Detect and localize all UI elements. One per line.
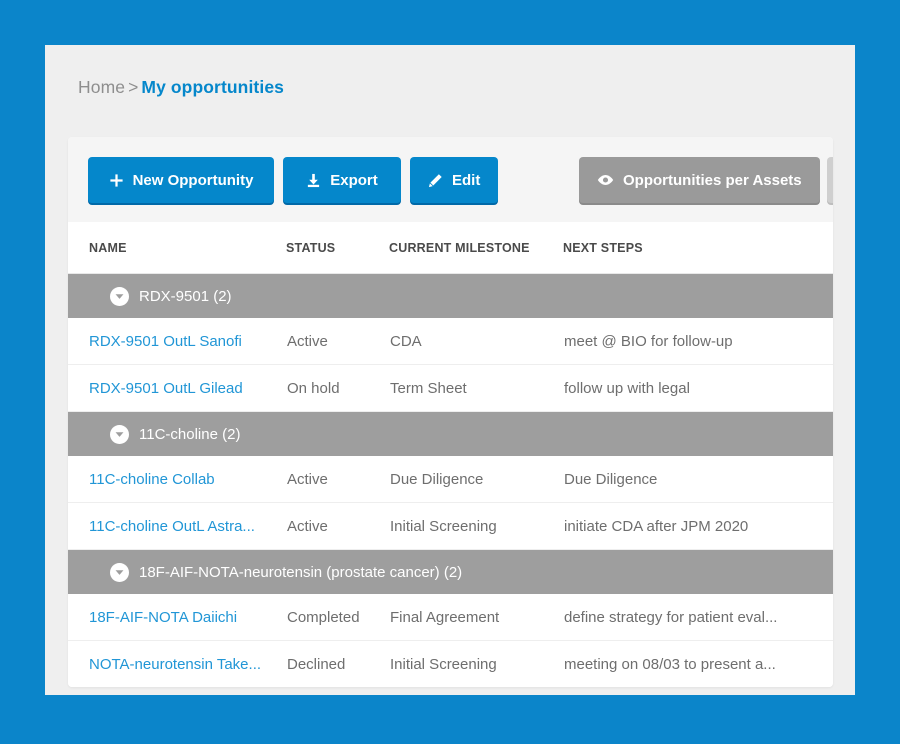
cell-next-steps: meet @ BIO for follow-up	[563, 318, 833, 365]
table-header-row: NAME STATUS CURRENT MILESTONE NEXT STEPS	[68, 222, 833, 274]
column-header-status[interactable]: STATUS	[286, 222, 389, 274]
cell-status: Active	[286, 456, 389, 503]
opportunities-table: NAME STATUS CURRENT MILESTONE NEXT STEPS…	[68, 222, 833, 687]
opportunity-link[interactable]: RDX-9501 OutL Gilead	[89, 380, 243, 397]
group-header-row[interactable]: 18F-AIF-NOTA-neurotensin (prostate cance…	[68, 549, 833, 594]
table-row[interactable]: RDX-9501 OutL Sanofi Active CDA meet @ B…	[68, 318, 833, 365]
cell-milestone: Initial Screening	[389, 502, 563, 550]
eye-icon	[597, 174, 614, 186]
group-header-row[interactable]: RDX-9501 (2)	[68, 273, 833, 318]
opportunities-per-assets-button[interactable]: Opportunities per Assets	[579, 157, 820, 203]
group-toggle[interactable]: 11C-choline (2)	[89, 412, 833, 456]
group-header-cell[interactable]: 11C-choline (2)	[68, 411, 833, 456]
settings-button[interactable]	[826, 157, 833, 203]
cell-status: Active	[286, 502, 389, 550]
cell-name: 18F-AIF-NOTA Daiichi	[68, 594, 286, 641]
toolbar-actions-left: New Opportunity Export Edit	[88, 157, 499, 203]
export-label: Export	[330, 171, 378, 189]
breadcrumb-separator: >	[128, 77, 139, 97]
opportunity-link[interactable]: NOTA-neurotensin Take...	[89, 656, 261, 673]
cell-milestone: Due Diligence	[389, 456, 563, 503]
new-opportunity-button[interactable]: New Opportunity	[88, 157, 274, 203]
toolbar: New Opportunity Export Edit Opportunitie…	[68, 137, 833, 222]
cell-milestone: Final Agreement	[389, 594, 563, 641]
cell-name: RDX-9501 OutL Gilead	[68, 364, 286, 412]
cell-status: Active	[286, 318, 389, 365]
column-header-next-steps[interactable]: NEXT STEPS	[563, 222, 833, 274]
page-background: Home>My opportunities New Opportunity	[45, 45, 855, 695]
table-row[interactable]: 18F-AIF-NOTA Daiichi Completed Final Agr…	[68, 594, 833, 641]
table-row[interactable]: RDX-9501 OutL Gilead On hold Term Sheet …	[68, 364, 833, 412]
group-header-row[interactable]: 11C-choline (2)	[68, 411, 833, 456]
chevron-down-icon	[110, 562, 129, 582]
table-row[interactable]: 11C-choline OutL Astra... Active Initial…	[68, 502, 833, 550]
cell-next-steps: meeting on 08/03 to present a...	[563, 640, 833, 687]
cell-milestone: Term Sheet	[389, 364, 563, 412]
breadcrumb-current: My opportunities	[141, 77, 284, 97]
opportunity-link[interactable]: 18F-AIF-NOTA Daiichi	[89, 609, 237, 626]
pencil-icon	[428, 173, 443, 188]
cell-name: NOTA-neurotensin Take...	[68, 640, 286, 687]
opportunity-link[interactable]: 11C-choline Collab	[89, 471, 215, 488]
export-button[interactable]: Export	[283, 157, 401, 203]
table-row[interactable]: 11C-choline Collab Active Due Diligence …	[68, 456, 833, 503]
cell-name: 11C-choline Collab	[68, 456, 286, 503]
cell-milestone: Initial Screening	[389, 640, 563, 687]
breadcrumb: Home > My opportunities	[78, 77, 284, 98]
cell-status: Completed	[286, 594, 389, 641]
cell-next-steps: define strategy for patient eval...	[563, 594, 833, 641]
edit-label: Edit	[452, 171, 481, 189]
chevron-down-icon	[110, 286, 129, 306]
opportunities-card: New Opportunity Export Edit Opportunitie…	[68, 137, 833, 687]
cell-next-steps: initiate CDA after JPM 2020	[563, 502, 833, 550]
column-header-name[interactable]: NAME	[68, 222, 286, 274]
opportunity-link[interactable]: 11C-choline OutL Astra...	[89, 518, 255, 535]
table-row[interactable]: NOTA-neurotensin Take... Declined Initia…	[68, 640, 833, 687]
table-body: RDX-9501 (2) RDX-9501 OutL Sanofi Active…	[68, 273, 833, 687]
new-opportunity-label: New Opportunity	[132, 171, 254, 189]
group-header-cell[interactable]: 18F-AIF-NOTA-neurotensin (prostate cance…	[68, 549, 833, 594]
group-toggle[interactable]: RDX-9501 (2)	[89, 274, 833, 318]
cell-next-steps: follow up with legal	[563, 364, 833, 412]
download-icon	[306, 173, 321, 188]
group-toggle[interactable]: 18F-AIF-NOTA-neurotensin (prostate cance…	[89, 550, 833, 594]
group-title: RDX-9501 (2)	[139, 287, 232, 305]
breadcrumb-home[interactable]: Home	[78, 77, 125, 97]
cell-name: RDX-9501 OutL Sanofi	[68, 318, 286, 365]
opportunities-per-assets-label: Opportunities per Assets	[623, 171, 802, 189]
group-title: 11C-choline (2)	[139, 425, 241, 443]
column-header-milestone[interactable]: CURRENT MILESTONE	[389, 222, 563, 274]
group-header-cell[interactable]: RDX-9501 (2)	[68, 273, 833, 318]
table-header: NAME STATUS CURRENT MILESTONE NEXT STEPS	[68, 222, 833, 274]
toolbar-actions-right: Opportunities per Assets	[579, 157, 833, 203]
group-title: 18F-AIF-NOTA-neurotensin (prostate cance…	[139, 563, 463, 581]
cell-name: 11C-choline OutL Astra...	[68, 502, 286, 550]
cell-status: Declined	[286, 640, 389, 687]
plus-icon	[109, 173, 124, 188]
opportunity-link[interactable]: RDX-9501 OutL Sanofi	[89, 333, 242, 350]
chevron-down-icon	[110, 424, 129, 444]
cell-status: On hold	[286, 364, 389, 412]
cell-next-steps: Due Diligence	[563, 456, 833, 503]
edit-button[interactable]: Edit	[410, 157, 499, 203]
cell-milestone: CDA	[389, 318, 563, 365]
